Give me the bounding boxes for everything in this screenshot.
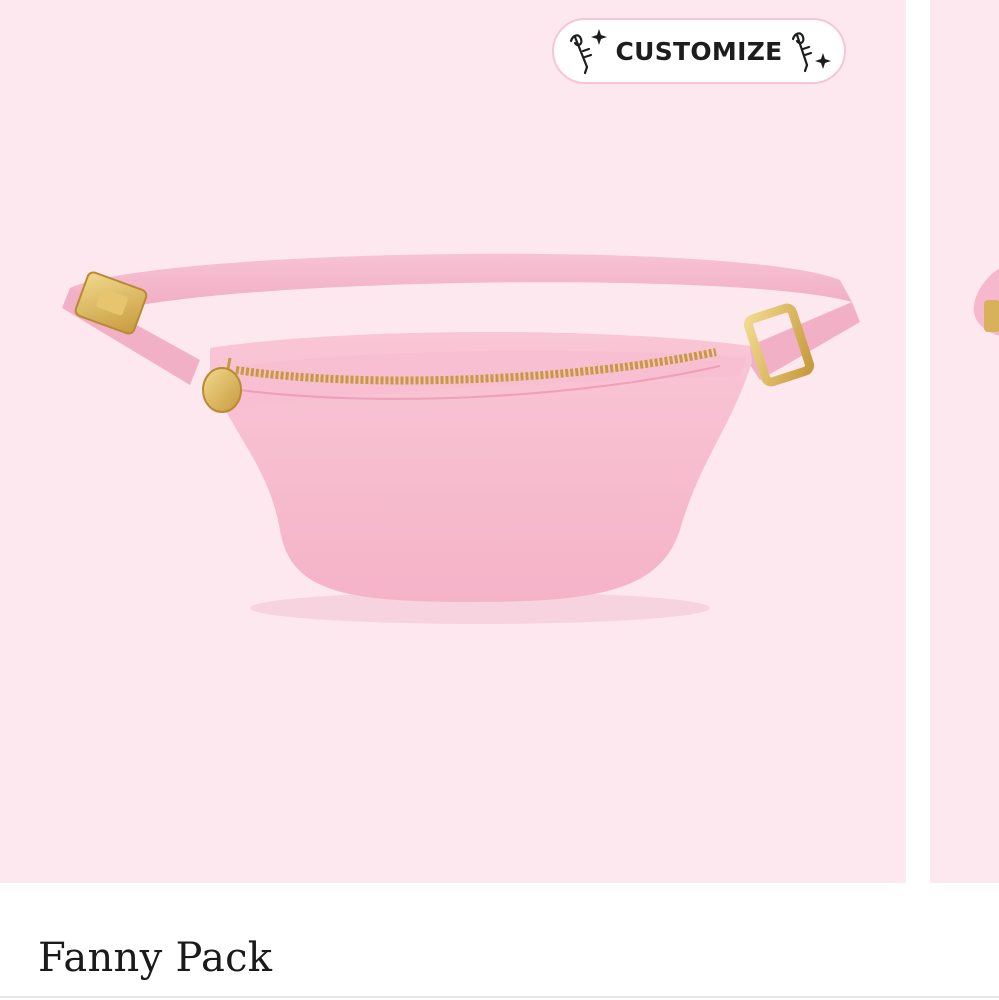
divider bbox=[0, 996, 999, 998]
patch-pin-sparkle-icon bbox=[570, 29, 608, 75]
patch-pin-sparkle-icon bbox=[791, 32, 831, 73]
next-product-image-container[interactable] bbox=[930, 0, 999, 883]
product-image-container[interactable]: CUSTOMIZE bbox=[0, 0, 906, 883]
next-product-image-peek bbox=[973, 268, 999, 336]
fanny-pack-image bbox=[62, 253, 860, 624]
customize-label: CUSTOMIZE bbox=[615, 36, 783, 66]
product-title[interactable]: Fanny Pack bbox=[38, 935, 272, 981]
customize-badge[interactable]: CUSTOMIZE bbox=[552, 18, 846, 84]
